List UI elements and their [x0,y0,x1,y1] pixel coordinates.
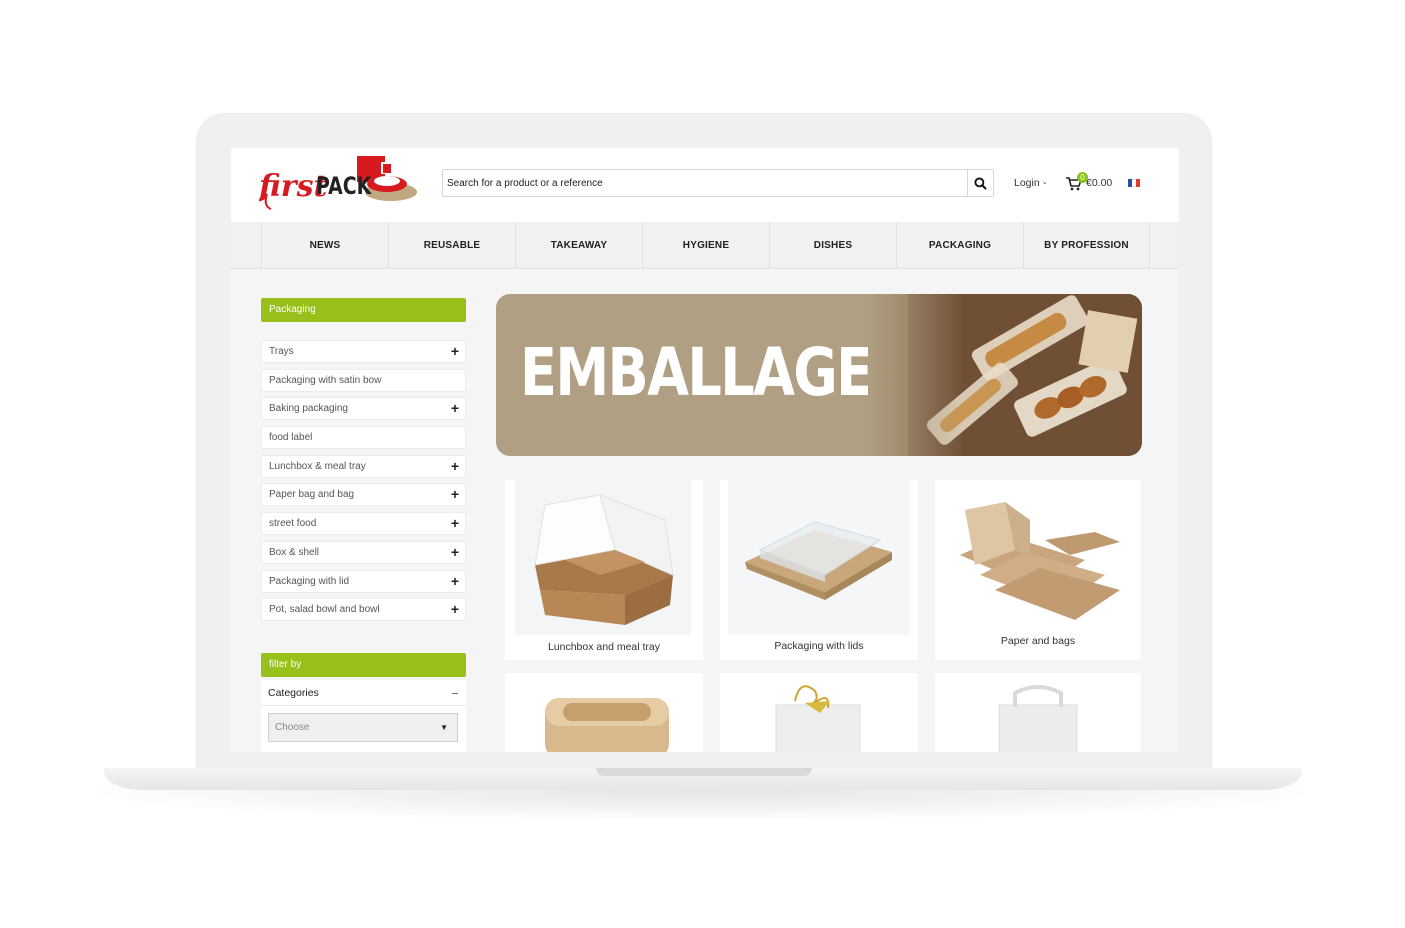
sidebar-item-label: Paper bag and bag [269,489,355,501]
bread-bags-image [868,294,1142,456]
plus-icon[interactable]: + [451,599,459,620]
product-card-bowl[interactable] [505,673,703,752]
search-icon [974,176,987,190]
paper-bags-image [960,502,1120,620]
sidebar-item-label: Baking packaging [269,403,348,415]
plus-icon[interactable]: + [451,484,459,505]
search-input[interactable] [447,173,962,193]
plus-icon[interactable]: + [451,571,459,592]
sidebar-item-paper-bag[interactable]: Paper bag and bag + [261,483,466,507]
sidebar-item-label: Pot, salad bowl and bowl [269,604,380,616]
plus-icon[interactable]: + [451,341,459,362]
plus-icon[interactable]: + [451,456,459,477]
product-card-satin-bag[interactable] [720,673,918,752]
sidebar-item-label: Trays [269,346,294,357]
minus-icon[interactable]: – [452,680,458,706]
tray-with-lid-image [728,480,910,635]
sidebar-item-lid[interactable]: Packaging with lid + [261,569,466,593]
banner-title: EMBALLAGE [520,334,873,411]
kraft-bowl-image [545,698,669,752]
chevron-down-icon: ⌄ [1041,179,1048,186]
firstpack-logo[interactable]: first PACK [259,154,429,212]
browser-screen: first PACK Login⌄ 0 €0.00 [231,148,1179,752]
sidebar-item-trays[interactable]: Trays + [261,340,466,363]
nav-item-takeaway[interactable]: TAKEAWAY [515,222,642,269]
category-select-value: Choose [275,722,310,733]
product-card-label: Paper and bags [1000,635,1076,647]
cart-total: €0.00 [1086,177,1113,189]
fr-flag-icon[interactable] [1128,179,1140,187]
caret-down-icon: ▼ [440,723,448,732]
lunchbox-image [515,480,691,635]
sidebar-category-list: Trays + Packaging with satin bow Baking p… [261,340,466,627]
sidebar-title: Packaging [261,298,466,322]
nav-item-by-profession[interactable]: BY PROFESSION [1023,222,1150,269]
sidebar-item-label: street food [269,518,317,530]
product-card-white-bag[interactable] [935,673,1141,752]
plus-icon[interactable]: + [451,513,459,534]
sidebar-item-pot-bowl[interactable]: Pot, salad bowl and bowl + [261,598,466,622]
plus-icon[interactable]: + [451,398,459,419]
sidebar-item-satin-bow[interactable]: Packaging with satin bow [261,368,466,392]
svg-text:PACK: PACK [316,173,372,201]
login-label: Login [1014,177,1040,189]
product-card-label: Packaging with lids [774,640,864,652]
sidebar-item-lunchbox[interactable]: Lunchbox & meal tray + [261,454,466,478]
sidebar-item-baking[interactable]: Baking packaging + [261,397,466,421]
login-menu[interactable]: Login ⌄ [1014,177,1048,189]
sidebar-item-food-label[interactable]: food label [261,426,466,450]
site-header: first PACK Login⌄ 0 €0.00 [231,148,1179,222]
filter-title: filter by [261,653,466,677]
filter-categories-toggle[interactable]: Categories – [261,680,466,706]
plus-icon[interactable]: + [451,542,459,563]
search-button[interactable] [967,170,993,196]
sidebar-item-label: Packaging with lid [269,575,350,587]
sidebar-item-label: Packaging with satin bow [269,374,382,386]
nav-item-reusable[interactable]: REUSABLE [388,222,515,269]
nav-item-hygiene[interactable]: HYGIENE [642,222,769,269]
cart-button[interactable]: 0 €0.00 [1066,172,1126,194]
main-nav: NEWS REUSABLE TAKEAWAY HYGIENE DISHES PA… [231,222,1179,269]
search-bar [442,169,994,197]
satin-bow-bag-image [775,685,861,752]
sidebar-item-label: food label [269,432,313,444]
product-card-label: Lunchbox and meal tray [547,641,661,653]
filter-categories-label: Categories [268,687,319,699]
nav-item-dishes[interactable]: DISHES [769,222,896,269]
sidebar-item-label: Box & shell [269,546,320,558]
white-paper-bag-image [998,685,1078,752]
sidebar-item-box-shell[interactable]: Box & shell + [261,540,466,564]
sidebar-item-label: Lunchbox & meal tray [269,460,366,472]
laptop-notch [596,768,812,776]
nav-item-news[interactable]: NEWS [261,222,388,269]
category-select[interactable]: Choose ▼ [268,713,458,742]
nav-item-packaging[interactable]: PACKAGING [896,222,1023,269]
category-banner: EMBALLAGE [496,294,1142,456]
sidebar-item-street-food[interactable]: street food + [261,512,466,536]
product-card-lunchbox[interactable]: Lunchbox and meal tray [505,480,703,660]
product-card-paper[interactable]: Paper and bags [935,480,1141,660]
product-card-lids[interactable]: Packaging with lids [720,480,918,660]
